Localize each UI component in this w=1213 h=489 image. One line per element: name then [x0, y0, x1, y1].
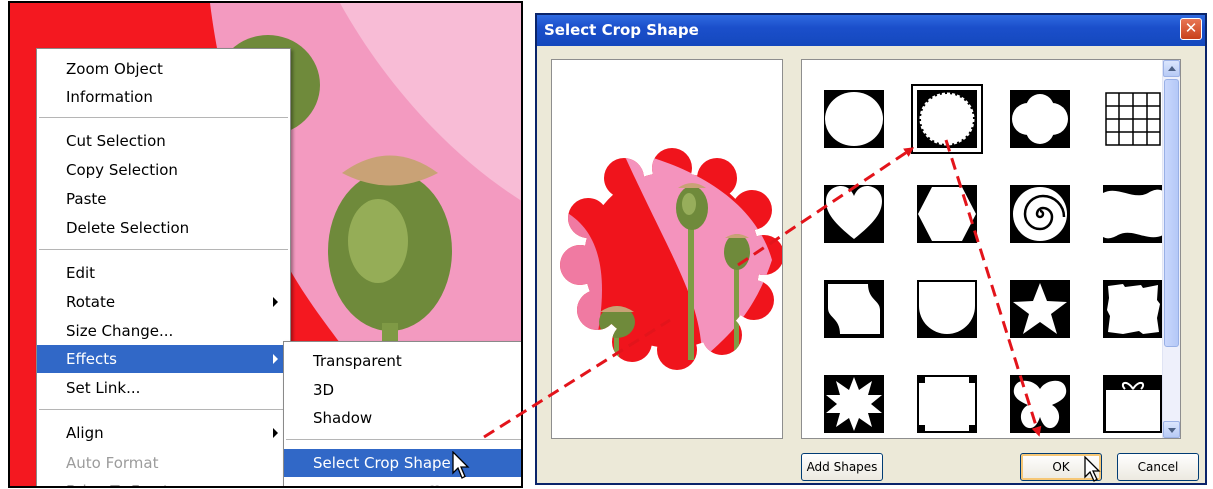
scroll-down-button[interactable] — [1163, 421, 1180, 438]
mouse-cursor-icon — [452, 451, 470, 479]
scroll-up-icon — [1168, 66, 1176, 71]
menu-item-effects[interactable]: Effects — [37, 345, 290, 373]
submenu-item-3d[interactable]: 3D — [284, 376, 521, 404]
submenu-item-remove-crop-effect: Remove Crop Effect — [284, 478, 521, 486]
scroll-up-button[interactable] — [1163, 60, 1180, 77]
shape-grid[interactable] — [1103, 90, 1163, 148]
shape-gift-box[interactable] — [1103, 375, 1163, 433]
menu-item-copy-selection[interactable]: Copy Selection — [37, 156, 290, 184]
menu-item-label: Rotate — [66, 293, 116, 311]
shape-spiral[interactable] — [1010, 185, 1070, 243]
cancel-button[interactable]: Cancel — [1117, 453, 1199, 481]
menu-separator — [286, 439, 521, 440]
shape-butterfly[interactable] — [1010, 375, 1070, 433]
shapes-scrollbar[interactable] — [1162, 60, 1180, 438]
menu-item-edit[interactable]: Edit — [37, 259, 290, 287]
crop-preview-pane — [551, 59, 783, 439]
menu-separator — [39, 117, 288, 118]
menu-item-label: Align — [66, 424, 104, 442]
shape-burst[interactable] — [824, 375, 884, 433]
menu-separator — [39, 249, 288, 250]
shape-ellipse[interactable] — [824, 90, 884, 148]
menu-item-rotate[interactable]: Rotate — [37, 288, 290, 316]
menu-item-align[interactable]: Align — [37, 419, 290, 447]
shape-hexagon[interactable] — [917, 185, 977, 243]
submenu-item-transparent[interactable]: Transparent — [284, 347, 521, 375]
add-shapes-button[interactable]: Add Shapes — [801, 453, 883, 481]
select-crop-shape-dialog: Select Crop Shape ✕ Add Shapes OK Cancel — [535, 13, 1207, 485]
shape-star[interactable] — [1010, 280, 1070, 338]
cropped-image-preview — [560, 148, 782, 370]
submenu-item-select-crop-shape[interactable]: Select Crop Shape — [284, 449, 521, 477]
dialog-titlebar[interactable]: Select Crop Shape ✕ — [537, 15, 1205, 46]
effects-submenu: Transparent 3D Shadow Select Crop Shape … — [283, 341, 521, 486]
submenu-arrow-icon — [273, 297, 278, 307]
shapes-gallery — [801, 59, 1181, 439]
dialog-title: Select Crop Shape — [544, 21, 699, 39]
menu-item-information[interactable]: Information — [37, 83, 290, 111]
menu-item-delete-selection[interactable]: Delete Selection — [37, 214, 290, 242]
menu-separator — [39, 409, 288, 410]
close-button[interactable]: ✕ — [1180, 18, 1202, 40]
menu-item-cut-selection[interactable]: Cut Selection — [37, 127, 290, 155]
menu-item-zoom-object[interactable]: Zoom Object — [37, 55, 290, 83]
shape-wave[interactable] — [1103, 185, 1163, 243]
menu-item-size-change[interactable]: Size Change... — [37, 317, 290, 345]
menu-item-paste[interactable]: Paste — [37, 185, 290, 213]
shape-cloud[interactable] — [1010, 90, 1070, 148]
shape-scalloped-ellipse[interactable] — [911, 84, 983, 154]
scroll-thumb[interactable] — [1164, 79, 1179, 347]
shape-notched-wave[interactable] — [824, 280, 884, 338]
scroll-down-icon — [1168, 428, 1176, 433]
submenu-arrow-icon — [273, 354, 278, 364]
context-menu: Zoom Object Information Cut Selection Co… — [36, 48, 291, 486]
background-screenshot: Zoom Object Information Cut Selection Co… — [8, 1, 523, 488]
shape-heart[interactable] — [824, 185, 884, 243]
mouse-cursor-icon — [1084, 456, 1101, 482]
submenu-item-shadow[interactable]: Shadow — [284, 404, 521, 432]
menu-item-label: Effects — [66, 350, 117, 368]
submenu-arrow-icon — [273, 428, 278, 438]
menu-item-set-link[interactable]: Set Link... — [37, 374, 290, 402]
shape-rough-frame[interactable] — [1103, 280, 1163, 338]
shape-arch[interactable] — [917, 280, 977, 338]
menu-item-bring-to-front: Bring To Front — [37, 477, 290, 486]
shape-notched-square[interactable] — [917, 375, 977, 433]
menu-item-auto-format: Auto Format — [66, 454, 159, 472]
